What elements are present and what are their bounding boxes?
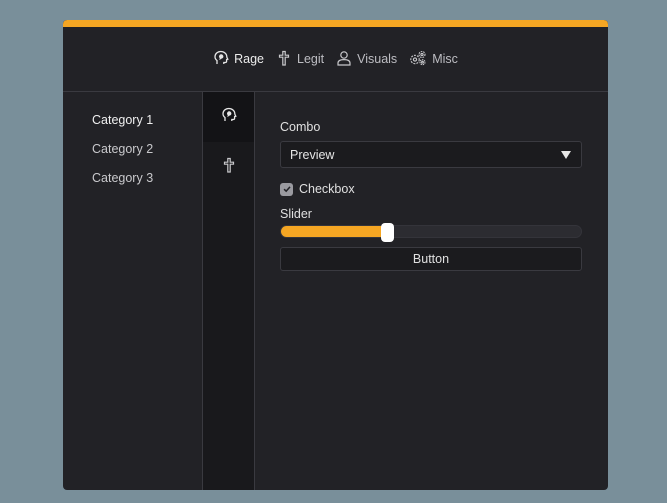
combo-label: Combo xyxy=(280,120,321,134)
category-item-3[interactable]: Category 3 xyxy=(63,170,202,199)
tab-label: Legit xyxy=(297,52,325,66)
rail-button-rage[interactable] xyxy=(203,92,254,142)
tab-label: Misc xyxy=(432,52,458,66)
cross-icon xyxy=(276,50,292,69)
tab-label: Visuals xyxy=(357,52,398,66)
tab-visuals[interactable]: Visuals xyxy=(336,50,397,69)
head-icon xyxy=(213,50,229,69)
head-icon xyxy=(221,107,237,128)
check-icon xyxy=(283,186,291,193)
top-navigation: Rage Legit Visuals Misc xyxy=(63,27,608,92)
category-list: Category 1 Category 2 Category 3 xyxy=(63,92,203,490)
accent-bar xyxy=(63,20,608,27)
combo-select[interactable]: Preview xyxy=(280,141,582,168)
slider[interactable] xyxy=(280,223,582,242)
slider-fill xyxy=(281,226,388,237)
action-button[interactable]: Button xyxy=(280,247,582,271)
tab-misc[interactable]: Misc xyxy=(409,50,458,69)
combo-value: Preview xyxy=(290,147,335,162)
main-window: Rage Legit Visuals Misc Category 1 Categ… xyxy=(63,20,608,490)
slider-handle[interactable] xyxy=(381,223,394,242)
category-item-1[interactable]: Category 1 xyxy=(63,112,202,141)
controls-panel: Combo Preview Checkbox Slider Button xyxy=(280,92,584,271)
tab-label: Rage xyxy=(234,52,264,66)
gears-icon xyxy=(409,50,427,69)
tab-legit[interactable]: Legit xyxy=(276,50,324,69)
rail-button-legit[interactable] xyxy=(203,142,254,192)
checkbox[interactable] xyxy=(280,182,293,196)
user-icon xyxy=(336,50,352,69)
category-item-2[interactable]: Category 2 xyxy=(63,141,202,170)
slider-label: Slider xyxy=(280,207,312,221)
checkbox-row[interactable]: Checkbox xyxy=(280,182,584,196)
icon-rail xyxy=(203,92,255,490)
chevron-down-icon xyxy=(561,150,571,159)
cross-icon xyxy=(221,157,237,178)
tab-rage[interactable]: Rage xyxy=(213,50,264,69)
checkbox-label: Checkbox xyxy=(299,182,355,196)
